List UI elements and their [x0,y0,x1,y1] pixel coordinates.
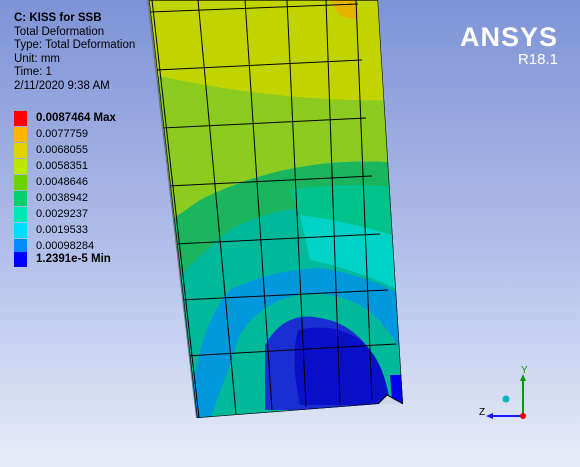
contour-legend[interactable]: 0.0087464 Max 0.0077759 0.0068055 0.0058… [14,111,164,267]
legend-swatch [14,191,27,206]
legend-row-min: 1.2391e-5 Min [14,252,164,267]
legend-row: 0.0058351 [14,159,164,174]
x-axis-dot [520,413,526,419]
legend-label: 0.0048646 [36,176,88,188]
legend-swatch [14,223,27,238]
legend-swatch [14,127,27,142]
result-unit: Unit: mm [14,52,60,65]
result-info-panel: C: KISS for SSB Total Deformation Type: … [14,12,135,94]
legend-label: 0.0058351 [36,160,88,172]
legend-max-label: 0.0087464 Max [36,112,116,124]
legend-row: 0.0077759 [14,127,164,142]
result-timestamp: 2/11/2020 9:38 AM [14,79,110,92]
z-axis-arrow [486,413,493,419]
y-axis-label: Y [521,365,528,376]
analysis-title: C: KISS for SSB [14,12,102,24]
result-time: Time: 1 [14,66,52,79]
legend-label: 0.0077759 [36,128,88,140]
triad-ball [502,395,510,403]
legend-swatch [14,207,27,222]
legend-swatch [14,175,27,190]
brand-logo-text: ANSYS [459,22,558,52]
ansys-brand: ANSYS R18.1 [460,22,558,68]
z-axis-label: Z [479,407,485,418]
legend-swatch [14,143,27,158]
legend-label: 0.0029237 [36,208,88,220]
legend-min-label: 1.2391e-5 Min [36,253,111,265]
legend-row: 0.0019533 [14,223,164,238]
legend-row-max: 0.0087464 Max [14,111,164,126]
legend-row: 0.0029237 [14,207,164,222]
legend-swatch [14,159,27,174]
result-name: Total Deformation [14,25,105,38]
legend-label: 0.0019533 [36,224,88,236]
result-type: Type: Total Deformation [14,39,136,52]
axis-triad[interactable]: Y Z [476,364,536,424]
brand-version: R18.1 [517,51,558,68]
legend-label: 0.0068055 [36,144,88,156]
legend-swatch [14,111,27,126]
legend-row: 0.0068055 [14,143,164,158]
deformed-beam-model [147,0,404,418]
legend-row: 0.0048646 [14,175,164,190]
legend-label: 0.00098284 [36,240,95,252]
legend-row: 0.0038942 [14,191,164,206]
legend-swatch [14,252,27,267]
legend-label: 0.0038942 [36,192,88,204]
